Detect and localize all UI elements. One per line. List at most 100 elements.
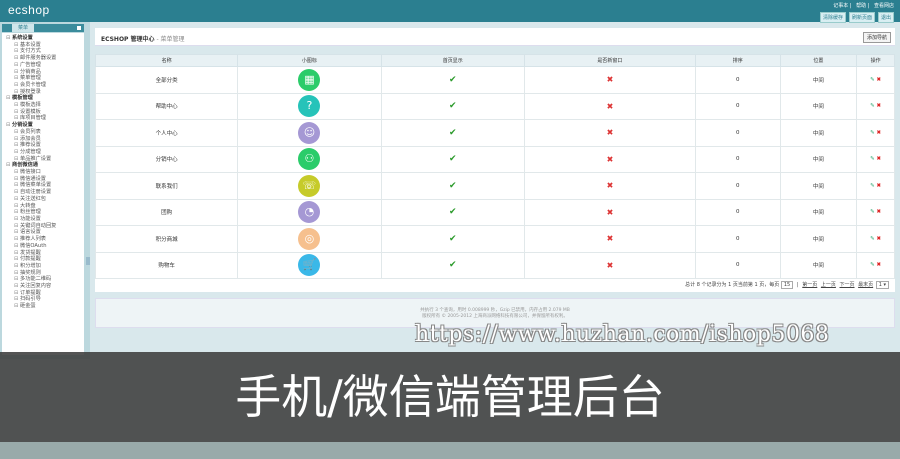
table-row: 积分商城 ◎ ✔ ✖ 0 中间 ✎ ✖ bbox=[94, 225, 895, 253]
pie-icon: ◔ bbox=[298, 201, 321, 224]
check-icon[interactable]: ✔ bbox=[449, 75, 457, 85]
next-page-link[interactable]: 下一页 bbox=[840, 282, 855, 288]
menu-item[interactable]: 推荐人列表 bbox=[6, 236, 84, 243]
delete-icon[interactable]: ✖ bbox=[876, 262, 881, 268]
edit-icon[interactable]: ✎ bbox=[870, 262, 875, 268]
check-icon[interactable]: ✔ bbox=[449, 207, 457, 217]
page-select[interactable]: 1 ▾ bbox=[875, 281, 889, 289]
check-icon[interactable]: ✔ bbox=[449, 181, 457, 191]
delete-icon[interactable]: ✖ bbox=[876, 130, 881, 136]
menu-item[interactable]: 积分增加 bbox=[6, 263, 84, 270]
cross-icon[interactable]: ✖ bbox=[607, 234, 614, 243]
cross-icon[interactable]: ✖ bbox=[607, 155, 614, 164]
check-icon[interactable]: ✔ bbox=[449, 128, 457, 138]
per-page-input[interactable]: 15 bbox=[780, 281, 794, 289]
question-icon: ? bbox=[298, 95, 321, 118]
menu-item[interactable]: 微信接口 bbox=[6, 169, 84, 176]
menu-tab[interactable]: 菜单 bbox=[12, 24, 34, 32]
row-sort[interactable]: 0 bbox=[694, 92, 781, 120]
menu-item[interactable]: 广告管理 bbox=[6, 62, 84, 69]
check-icon[interactable]: ✔ bbox=[449, 234, 457, 244]
delete-icon[interactable]: ✖ bbox=[876, 103, 881, 109]
edit-icon[interactable]: ✎ bbox=[870, 236, 875, 242]
delete-icon[interactable]: ✖ bbox=[876, 183, 881, 189]
cross-icon[interactable]: ✖ bbox=[607, 261, 614, 270]
cross-icon[interactable]: ✖ bbox=[607, 208, 614, 217]
row-position: 中间 bbox=[779, 145, 858, 173]
view-shop-link[interactable]: 查看网店 bbox=[874, 3, 894, 9]
grid-icon: ▦ bbox=[298, 68, 321, 91]
menu-item[interactable]: 关注送红包 bbox=[6, 196, 84, 203]
menu-item[interactable]: 关注回复内容 bbox=[6, 283, 84, 290]
table-row: 团购 ◔ ✔ ✖ 0 中间 ✎ ✖ bbox=[94, 198, 895, 226]
menu-item[interactable]: 砸金蛋 bbox=[6, 303, 84, 310]
collapse-icon[interactable] bbox=[77, 26, 81, 30]
row-sort[interactable]: 0 bbox=[694, 251, 781, 279]
headset-icon: ☏ bbox=[298, 174, 321, 197]
cross-icon[interactable]: ✖ bbox=[607, 128, 614, 137]
column-header: 小图标 bbox=[237, 54, 382, 67]
menu-item[interactable]: 微信OAuth bbox=[6, 243, 84, 250]
edit-icon[interactable]: ✎ bbox=[870, 77, 875, 83]
help-link[interactable]: 帮助 bbox=[856, 3, 866, 9]
edit-icon[interactable]: ✎ bbox=[870, 183, 875, 189]
bottom-strip bbox=[0, 442, 900, 459]
check-icon[interactable]: ✔ bbox=[449, 154, 457, 164]
column-header: 位置 bbox=[779, 54, 858, 67]
main-panel: ECSHOP 管理中心 - 菜单管理 添加导航 名称 小图标 首页显示 是否新窗口 排序… bbox=[94, 28, 895, 333]
refresh-button[interactable]: 刷新页面 bbox=[848, 12, 875, 23]
row-sort[interactable]: 0 bbox=[694, 66, 781, 94]
menu-item[interactable]: 邮件服务器设置 bbox=[6, 55, 84, 62]
column-header: 是否新窗口 bbox=[523, 54, 696, 67]
cross-icon[interactable]: ✖ bbox=[607, 75, 614, 84]
delete-icon[interactable]: ✖ bbox=[876, 236, 881, 242]
pagination: 总计 8 个记录分为 1 页当前第 1 页，每页 15 | 第一页 上一页 下一… bbox=[95, 279, 895, 292]
menu-group[interactable]: 系统设置 bbox=[6, 35, 84, 42]
row-sort[interactable]: 0 bbox=[694, 172, 781, 200]
row-position: 中间 bbox=[779, 92, 858, 120]
logo: ecshop bbox=[8, 3, 50, 17]
edit-icon[interactable]: ✎ bbox=[870, 156, 875, 162]
menu-item[interactable]: 分成管理 bbox=[6, 149, 84, 156]
delete-icon[interactable]: ✖ bbox=[876, 156, 881, 162]
cross-icon[interactable]: ✖ bbox=[607, 181, 614, 190]
menu-item[interactable]: 自动注册设置 bbox=[6, 189, 84, 196]
prev-page-link[interactable]: 上一页 bbox=[821, 282, 836, 288]
row-position: 中间 bbox=[779, 66, 858, 94]
delete-icon[interactable]: ✖ bbox=[876, 209, 881, 215]
menu-item[interactable]: 粉丝管理 bbox=[6, 209, 84, 216]
table-row: 帮助中心 ? ✔ ✖ 0 中间 ✎ ✖ bbox=[94, 92, 895, 120]
row-sort[interactable]: 0 bbox=[694, 225, 781, 253]
first-page-link[interactable]: 第一页 bbox=[802, 282, 817, 288]
top-bar: ecshop 记事本 | 帮助 | 查看网店 清除缓存 刷新页面 退出 bbox=[0, 0, 900, 23]
logout-button[interactable]: 退出 bbox=[877, 12, 894, 23]
check-icon[interactable]: ✔ bbox=[449, 260, 457, 270]
edit-icon[interactable]: ✎ bbox=[870, 130, 875, 136]
menu-item[interactable]: 会员卡管理 bbox=[6, 82, 84, 89]
menu-item[interactable]: 多功能二维码 bbox=[6, 276, 84, 283]
sidebar-menu: 系统设置基本设置支付方式邮件服务器设置广告管理分销商品菜单管理会员卡管理授权登录… bbox=[2, 33, 84, 355]
edit-icon[interactable]: ✎ bbox=[870, 209, 875, 215]
menu-group[interactable]: 分销设置 bbox=[6, 122, 84, 129]
check-icon[interactable]: ✔ bbox=[449, 101, 457, 111]
cart-icon: 🛒 bbox=[298, 254, 321, 277]
row-sort[interactable]: 0 bbox=[694, 119, 781, 147]
row-name: 联系我们 bbox=[94, 172, 239, 200]
notepad-link[interactable]: 记事本 bbox=[833, 3, 848, 9]
menu-item[interactable]: 会员列表 bbox=[6, 129, 84, 136]
delete-icon[interactable]: ✖ bbox=[876, 77, 881, 83]
row-sort[interactable]: 0 bbox=[694, 198, 781, 226]
menu-item[interactable]: 功能设置 bbox=[6, 216, 84, 223]
menu-item[interactable]: 菜单管理 bbox=[6, 75, 84, 82]
edit-icon[interactable]: ✎ bbox=[870, 103, 875, 109]
row-name: 分销中心 bbox=[94, 145, 239, 173]
menu-item[interactable]: 付款提醒 bbox=[6, 256, 84, 263]
sidebar-toggle-handle[interactable] bbox=[86, 257, 90, 265]
menu-item[interactable]: 模板选择 bbox=[6, 102, 84, 109]
cross-icon[interactable]: ✖ bbox=[607, 102, 614, 111]
add-nav-button[interactable]: 添加导航 bbox=[862, 32, 891, 43]
row-sort[interactable]: 0 bbox=[694, 145, 781, 173]
clear-cache-button[interactable]: 清除缓存 bbox=[819, 12, 846, 23]
last-page-link[interactable]: 最末页 bbox=[858, 282, 873, 288]
menu-item[interactable]: 推荐设置 bbox=[6, 142, 84, 149]
